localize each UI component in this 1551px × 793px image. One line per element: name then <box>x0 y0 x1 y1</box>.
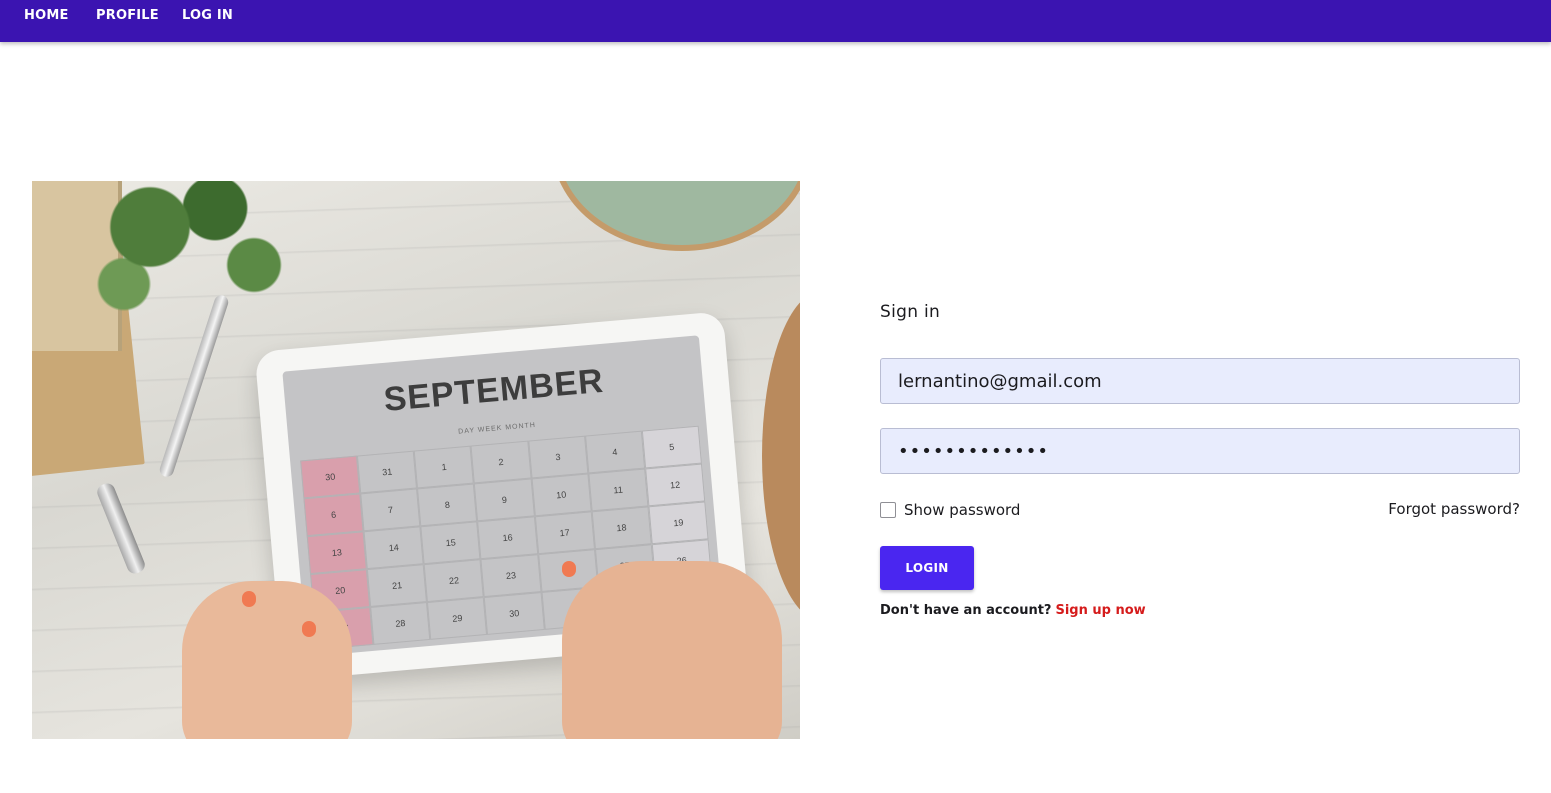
signup-link[interactable]: Sign up now <box>1055 603 1145 618</box>
show-password-checkbox[interactable] <box>880 502 896 518</box>
calendar-day-cell: 16 <box>477 516 538 560</box>
forgot-password-link[interactable]: Forgot password? <box>1388 500 1520 518</box>
plate-decoration <box>552 181 800 251</box>
calendar-day-cell: 13 <box>306 531 367 575</box>
signup-row: Don't have an account? Sign up now <box>880 603 1146 618</box>
plant-decoration <box>72 181 332 341</box>
right-hand-decoration <box>562 561 782 739</box>
calendar-day-cell: 4 <box>584 430 645 474</box>
calendar-day-cell: 28 <box>370 602 431 645</box>
nav-profile-link[interactable]: PROFILE <box>96 8 159 23</box>
password-field[interactable] <box>880 428 1520 474</box>
login-button[interactable]: LOGIN <box>880 546 974 590</box>
nav-login-link[interactable]: LOG IN <box>182 8 233 23</box>
calendar-day-cell: 2 <box>470 440 532 484</box>
calendar-day-cell: 11 <box>588 468 649 512</box>
hero-image: SEPTEMBER DAY WEEK MONTH 30 31 1 2 3 4 5 6 7 8 9 10… <box>32 181 800 739</box>
calendar-day-cell: 30 <box>300 455 361 499</box>
calendar-day-cell: 1 <box>413 445 475 489</box>
calendar-day-cell: 6 <box>303 493 364 537</box>
calendar-day-cell: 12 <box>644 463 706 507</box>
calendar-day-cell: 22 <box>423 559 485 603</box>
left-hand-decoration <box>182 581 352 739</box>
calendar-day-cell: 21 <box>366 564 428 607</box>
pen-cap-decoration <box>94 481 148 576</box>
calendar-day-cell: 17 <box>534 511 595 555</box>
calendar-day-cell: 3 <box>527 435 589 479</box>
calendar-day-cell: 19 <box>648 501 709 545</box>
calendar-day-cell: 9 <box>474 478 535 522</box>
calendar-day-cell: 30 <box>484 592 545 635</box>
calendar-day-cell: 8 <box>417 483 478 527</box>
signin-title: Sign in <box>880 302 941 322</box>
show-password-label[interactable]: Show password <box>904 501 1020 519</box>
show-password-row: Show password <box>880 500 1020 520</box>
calendar-day-cell: 5 <box>641 425 702 469</box>
hat-decoration <box>762 291 800 621</box>
calendar-day-cell: 23 <box>480 554 542 598</box>
calendar-day-cell: 10 <box>531 473 592 517</box>
calendar-day-cell: 7 <box>360 488 421 532</box>
calendar-day-cell: 31 <box>357 450 418 494</box>
email-field[interactable] <box>880 358 1520 404</box>
calendar-day-cell: 29 <box>427 597 488 640</box>
top-navbar: HOME PROFILE LOG IN <box>0 0 1551 42</box>
nav-home-link[interactable]: HOME <box>24 8 69 23</box>
calendar-day-cell: 18 <box>591 506 652 550</box>
calendar-day-cell: 15 <box>420 521 481 565</box>
calendar-day-cell: 14 <box>363 526 424 570</box>
no-account-text: Don't have an account? <box>880 603 1052 618</box>
